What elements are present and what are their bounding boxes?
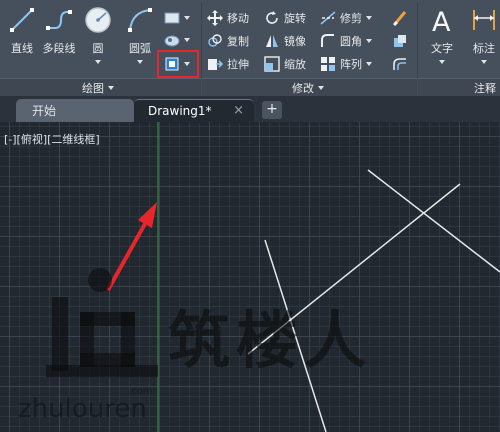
rotate-tool-label: 旋转 (284, 12, 306, 25)
hatch-tool-button[interactable] (164, 30, 190, 50)
copy-tool-label: 复制 (227, 35, 249, 48)
chevron-down-icon (108, 86, 114, 90)
dimension-tool-label: 标注 (473, 42, 495, 55)
text-tool-button[interactable]: A 文字 (422, 4, 462, 68)
trim-tool-label: 修剪 (340, 12, 362, 25)
explode-icon (392, 33, 408, 49)
arc-dropdown-icon[interactable] (137, 60, 143, 64)
svg-text:A: A (432, 7, 451, 34)
circle-tool-button[interactable]: 圆 (78, 4, 118, 68)
chevron-down-icon (318, 86, 324, 90)
dimension-tool-button[interactable]: 标注 (464, 4, 500, 68)
tab-drawing1[interactable]: Drawing1* × (134, 99, 254, 122)
arc-tool-label: 圆弧 (129, 42, 151, 55)
explode-tool-button[interactable] (392, 31, 408, 51)
annotation-panel-title-label: 注释 (474, 82, 496, 95)
offset-tool-button[interactable] (392, 54, 408, 74)
polyline-tool-label: 多段线 (42, 42, 76, 55)
modify-panel-title[interactable]: 修改 (292, 80, 324, 96)
line-tool-label: 直线 (11, 42, 33, 55)
move-icon (207, 10, 223, 26)
scale-tool-label: 缩放 (284, 58, 306, 71)
fillet-dropdown-icon[interactable] (366, 39, 372, 43)
trim-icon (320, 10, 336, 26)
array-tool-label: 阵列 (340, 58, 362, 71)
array-icon (320, 56, 336, 72)
circle-tool-label: 圆 (92, 42, 104, 55)
text-tool-label: 文字 (431, 42, 453, 55)
move-tool-label: 移动 (227, 12, 249, 25)
copy-tool-button[interactable]: 复制 (207, 31, 249, 51)
line-tool-button[interactable]: 直线 (2, 4, 42, 68)
array-dropdown-icon[interactable] (366, 62, 372, 66)
mirror-tool-button[interactable]: 镜像 (264, 31, 306, 51)
watermark-domain: .com (128, 386, 153, 397)
mirror-tool-label: 镜像 (284, 35, 306, 48)
ribbon: 直线 多段线 圆 圆弧 移动 旋转 修剪 复制 镜像 圆角 拉伸 缩放 阵列 A… (0, 0, 500, 96)
rotate-tool-button[interactable]: 旋转 (264, 8, 306, 28)
fillet-tool-button[interactable]: 圆角 (320, 31, 372, 51)
polyline-tool-button[interactable]: 多段线 (39, 4, 79, 68)
erase-icon (392, 10, 408, 26)
watermark-latin: zhulouren (18, 394, 147, 424)
hatch-icon (164, 32, 180, 48)
trim-dropdown-icon[interactable] (366, 16, 372, 20)
highlight-box (157, 50, 199, 78)
array-tool-button[interactable]: 阵列 (320, 54, 372, 74)
line-icon (8, 6, 36, 34)
erase-tool-button[interactable] (392, 8, 408, 28)
circle-icon (84, 6, 112, 34)
trim-tool-button[interactable]: 修剪 (320, 8, 372, 28)
scale-icon (264, 56, 280, 72)
watermark-logo (46, 268, 158, 377)
mirror-icon (264, 33, 280, 49)
pointer-arrowhead (138, 202, 157, 228)
close-icon[interactable]: × (233, 103, 244, 118)
stretch-tool-label: 拉伸 (227, 58, 249, 71)
hatch-dropdown-icon[interactable] (184, 38, 190, 42)
text-icon: A (428, 6, 456, 38)
draw-panel-title-label: 绘图 (82, 82, 104, 95)
drawing-line[interactable] (367, 169, 500, 273)
stretch-icon (207, 56, 223, 72)
panel-divider (201, 2, 202, 78)
pointer-arrow (106, 221, 148, 291)
text-dropdown-icon[interactable] (439, 60, 445, 64)
scale-tool-button[interactable]: 缩放 (264, 54, 306, 74)
rectangle-icon (164, 10, 180, 26)
tab-drawing1-label: Drawing1* (148, 104, 212, 118)
copy-icon (207, 33, 223, 49)
watermark-chinese: 筑楼人 (168, 304, 373, 377)
annotation-panel-title[interactable]: 注释 (474, 80, 496, 96)
arc-tool-button[interactable]: 圆弧 (120, 4, 160, 68)
panel-divider (417, 2, 418, 78)
tab-start[interactable]: 开始 (16, 99, 134, 122)
offset-icon (392, 56, 408, 72)
rectangle-dropdown-icon[interactable] (184, 16, 190, 20)
circle-dropdown-icon[interactable] (95, 60, 101, 64)
rectangle-tool-button[interactable] (164, 8, 190, 28)
move-tool-button[interactable]: 移动 (207, 8, 249, 28)
arc-icon (126, 6, 154, 34)
dimension-icon (470, 6, 498, 34)
stretch-tool-button[interactable]: 拉伸 (207, 54, 249, 74)
drawing-canvas[interactable] (0, 122, 500, 432)
fillet-icon (320, 33, 336, 49)
tab-start-label: 开始 (32, 104, 57, 118)
dimension-dropdown-icon[interactable] (481, 60, 487, 64)
new-tab-button[interactable]: + (262, 101, 282, 119)
polyline-icon (45, 6, 73, 34)
fillet-tool-label: 圆角 (340, 35, 362, 48)
rotate-icon (264, 10, 280, 26)
modify-panel-title-label: 修改 (292, 82, 314, 95)
viewport-controls-label[interactable]: [-][俯视][二维线框] (4, 131, 100, 147)
draw-panel-title[interactable]: 绘图 (82, 80, 114, 96)
